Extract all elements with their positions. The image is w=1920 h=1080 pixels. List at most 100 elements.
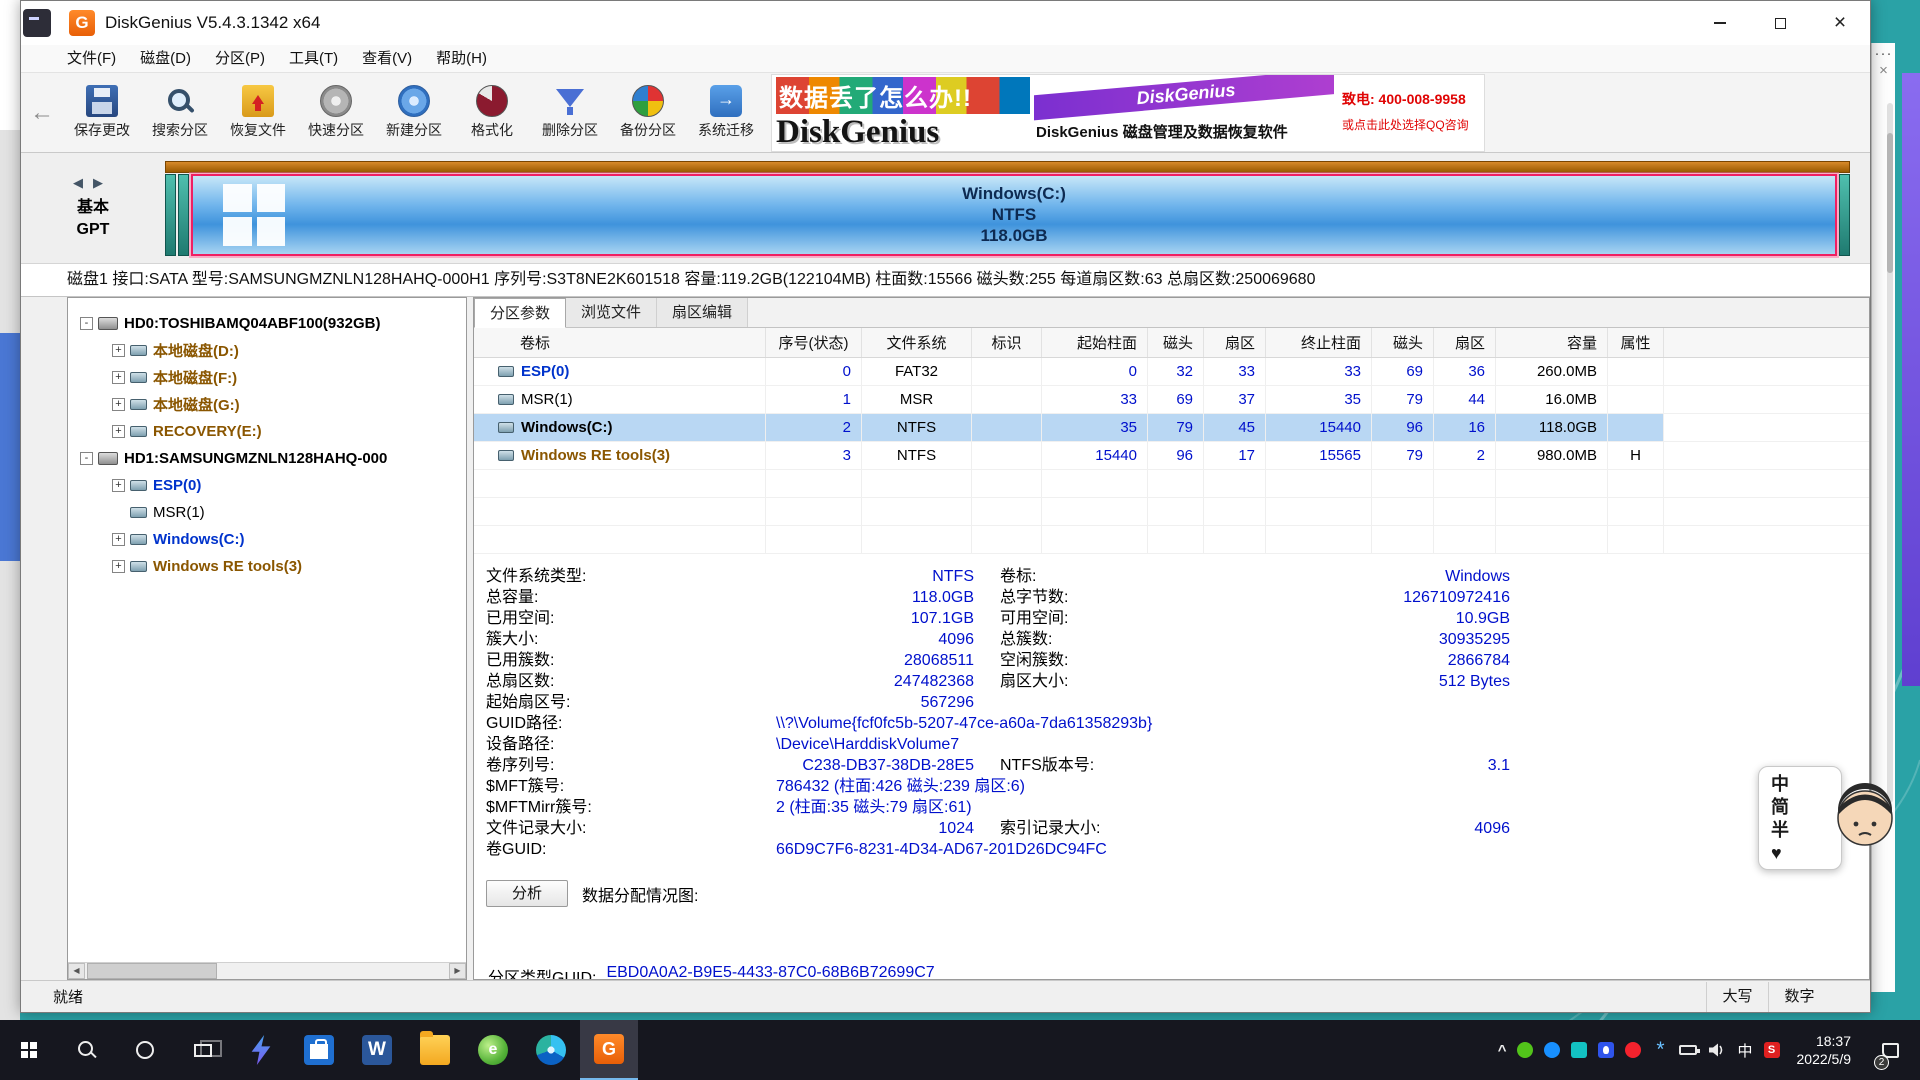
speaker-icon[interactable] [1708, 1043, 1726, 1057]
partition-block-msr[interactable] [178, 174, 189, 256]
menu-view[interactable]: 查看(V) [352, 46, 422, 72]
tab-partition-parameters[interactable]: 分区参数 [474, 298, 566, 328]
menu-partition[interactable]: 分区(P) [205, 46, 275, 72]
taskbar-search-button[interactable] [58, 1020, 116, 1080]
lightning-app-button[interactable] [232, 1020, 290, 1080]
tree-item[interactable]: + RECOVERY(E:) [68, 418, 466, 445]
word-app-button[interactable]: W [348, 1020, 406, 1080]
search-partition-button[interactable]: 搜索分区 [141, 76, 219, 150]
tray-green-app-icon[interactable] [1517, 1042, 1533, 1058]
partition-nav-left-icon[interactable]: ◀ [73, 175, 93, 190]
column-header[interactable]: 终止柱面 [1266, 328, 1372, 357]
tree-item[interactable]: + Windows(C:) [68, 526, 466, 553]
tray-red-app-icon[interactable] [1625, 1042, 1641, 1058]
expand-toggle-icon[interactable]: + [112, 398, 125, 411]
expand-toggle-icon[interactable]: + [112, 479, 125, 492]
expand-toggle-icon[interactable]: + [112, 560, 125, 573]
ime-emoji-heart-icon[interactable]: ♥ [1771, 842, 1841, 865]
close-button[interactable]: × [1810, 1, 1870, 45]
snowflake-tray-icon[interactable]: * [1652, 1042, 1668, 1058]
expand-toggle-icon[interactable]: + [112, 533, 125, 546]
save-changes-button[interactable]: 保存更改 [63, 76, 141, 150]
partition-block-re-tools[interactable] [1839, 174, 1850, 256]
tab-browse-files[interactable]: 浏览文件 [566, 298, 657, 327]
minimize-button[interactable] [1690, 1, 1750, 45]
tree-horizontal-scrollbar[interactable]: ◀ ▶ [68, 962, 466, 979]
ad-banner[interactable]: 数据丢了怎么办!! DiskGenius DiskGenius DiskGeni… [771, 74, 1485, 152]
quick-partition-button[interactable]: 快速分区 [297, 76, 375, 150]
delete-partition-button[interactable]: 删除分区 [531, 76, 609, 150]
start-button[interactable] [0, 1020, 58, 1080]
scrollbar-thumb[interactable] [87, 963, 217, 979]
ad-qq-hint[interactable]: 或点击此处选择QQ咨询 [1342, 116, 1480, 133]
expand-toggle-icon[interactable]: + [112, 371, 125, 384]
table-row[interactable]: MSR(1) 1 MSR 33 69 37 35 79 44 16.0MB [474, 386, 1869, 414]
recover-files-button[interactable]: 恢复文件 [219, 76, 297, 150]
backup-partition-button[interactable]: 备份分区 [609, 76, 687, 150]
tray-qq-icon[interactable] [1598, 1042, 1614, 1058]
expand-toggle-icon[interactable]: - [80, 317, 93, 330]
column-header[interactable]: 扇区 [1204, 328, 1266, 357]
green-browser-button[interactable]: e [464, 1020, 522, 1080]
ime-language-indicator[interactable]: 中 [1737, 1040, 1752, 1061]
system-migration-button[interactable]: 系统迁移 [687, 76, 765, 150]
menu-file[interactable]: 文件(F) [57, 46, 126, 72]
edge-browser-button[interactable] [522, 1020, 580, 1080]
menu-tools[interactable]: 工具(T) [279, 46, 348, 72]
diskgenius-taskbar-button[interactable]: G [580, 1020, 638, 1080]
column-header[interactable]: 属性 [1608, 328, 1664, 357]
store-app-button[interactable] [290, 1020, 348, 1080]
tree-item[interactable]: + Windows RE tools(3) [68, 553, 466, 580]
column-header[interactable]: 磁头 [1148, 328, 1204, 357]
ime-floating-widget[interactable]: 中 简 半 ♥ [1758, 766, 1898, 872]
tab-sector-editor[interactable]: 扇区编辑 [657, 298, 748, 327]
tree-item[interactable]: - HD0:TOSHIBAMQ04ABF100(932GB) [68, 310, 466, 337]
expand-toggle-icon[interactable]: - [80, 452, 93, 465]
ime-chinese-indicator[interactable]: 中 [1771, 773, 1841, 796]
expand-toggle-icon[interactable]: + [112, 344, 125, 357]
scroll-right-icon[interactable]: ▶ [449, 963, 466, 979]
taskbar-clock[interactable]: 18:37 2022/5/9 [1791, 1032, 1858, 1068]
column-header[interactable]: 序号(状态) [766, 328, 862, 357]
partition-block-esp[interactable] [165, 174, 176, 256]
tray-blue-app-icon[interactable] [1544, 1042, 1560, 1058]
table-row[interactable]: Windows RE tools(3) 3 NTFS 15440 96 17 1… [474, 442, 1869, 470]
analyze-button[interactable]: 分析 [486, 880, 568, 907]
column-header[interactable]: 容量 [1496, 328, 1608, 357]
column-header[interactable]: 起始柱面 [1042, 328, 1148, 357]
ime-status-box[interactable]: 中 简 半 ♥ [1758, 766, 1842, 870]
table-row[interactable]: Windows(C:) 2 NTFS 35 79 45 15440 96 16 … [474, 414, 1869, 442]
tree-item[interactable]: MSR(1) [68, 499, 466, 526]
tree-item[interactable]: + 本地磁盘(F:) [68, 364, 466, 391]
tree-item[interactable]: - HD1:SAMSUNGMZNLN128HAHQ-000 [68, 445, 466, 472]
expand-toggle-icon[interactable]: + [112, 425, 125, 438]
format-button[interactable]: 格式化 [453, 76, 531, 150]
ime-halfwidth-indicator[interactable]: 半 [1771, 819, 1841, 842]
column-header[interactable]: 磁头 [1372, 328, 1434, 357]
file-explorer-button[interactable] [406, 1020, 464, 1080]
tree-item[interactable]: + ESP(0) [68, 472, 466, 499]
column-header[interactable]: 文件系统 [862, 328, 972, 357]
ime-simplified-indicator[interactable]: 简 [1771, 796, 1841, 819]
battery-icon[interactable] [1679, 1045, 1697, 1055]
column-header[interactable]: 标识 [972, 328, 1042, 357]
back-arrow-icon[interactable]: ← [21, 99, 63, 127]
column-header[interactable]: 扇区 [1434, 328, 1496, 357]
column-header[interactable]: 卷标 [474, 328, 766, 357]
hidden-icons-chevron[interactable]: ^ [1498, 1042, 1507, 1059]
menu-disk[interactable]: 磁盘(D) [130, 46, 201, 72]
menu-help[interactable]: 帮助(H) [426, 46, 497, 72]
action-center-button[interactable]: 2 [1868, 1020, 1912, 1080]
task-view-button[interactable] [174, 1020, 232, 1080]
maximize-button[interactable] [1750, 1, 1810, 45]
table-row[interactable]: ESP(0) 0 FAT32 0 32 33 33 69 36 260.0MB [474, 358, 1869, 386]
red-s-tray-icon[interactable]: S [1764, 1042, 1780, 1058]
tray-teal-app-icon[interactable] [1571, 1042, 1587, 1058]
partition-nav-right-icon[interactable]: ▶ [93, 175, 113, 190]
cortana-button[interactable] [116, 1020, 174, 1080]
partition-block-windows-c[interactable]: Windows(C:) NTFS 118.0GB [191, 174, 1837, 256]
new-partition-button[interactable]: 新建分区 [375, 76, 453, 150]
tree-item[interactable]: + 本地磁盘(D:) [68, 337, 466, 364]
scroll-left-icon[interactable]: ◀ [68, 963, 85, 979]
tree-item[interactable]: + 本地磁盘(G:) [68, 391, 466, 418]
